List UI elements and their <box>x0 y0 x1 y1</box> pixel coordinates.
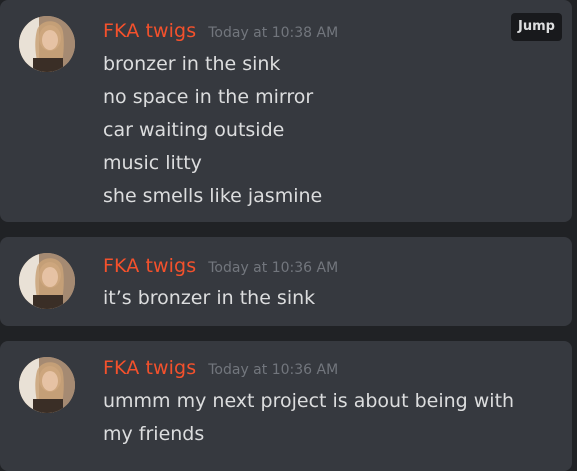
message-line: it’s bronzer in the sink <box>103 287 316 309</box>
author-name[interactable]: FKA twigs <box>103 357 196 379</box>
message-line: she smells like jasmine <box>103 185 323 207</box>
message-header: FKA twigs Today at 10:36 AM <box>103 255 338 277</box>
jump-button[interactable]: Jump <box>511 13 562 41</box>
message-line: no space in the mirror <box>103 86 314 108</box>
message-line: music litty <box>103 152 202 174</box>
timestamp: Today at 10:38 AM <box>208 25 339 41</box>
message-card: FKA twigs Today at 10:36 AM ummm my next… <box>0 341 572 471</box>
message-header: FKA twigs Today at 10:36 AM <box>103 357 338 379</box>
message-header: FKA twigs Today at 10:38 AM <box>103 20 338 42</box>
message-card: FKA twigs Today at 10:38 AM Jump bronzer… <box>0 0 572 222</box>
avatar[interactable] <box>19 16 75 72</box>
avatar-image <box>19 253 75 309</box>
author-name[interactable]: FKA twigs <box>103 20 196 42</box>
avatar-image <box>19 16 75 72</box>
avatar-image <box>19 357 75 413</box>
message-content: bronzer in the sink no space in the mirr… <box>103 48 552 213</box>
timestamp: Today at 10:36 AM <box>208 260 339 276</box>
message-line: car waiting outside <box>103 119 285 141</box>
timestamp: Today at 10:36 AM <box>208 362 339 378</box>
message-card: FKA twigs Today at 10:36 AM it’s bronzer… <box>0 237 572 326</box>
message-line: ummm my next project is about being with… <box>103 390 515 445</box>
author-name[interactable]: FKA twigs <box>103 255 196 277</box>
message-line: bronzer in the sink <box>103 53 281 75</box>
avatar[interactable] <box>19 253 75 309</box>
avatar[interactable] <box>19 357 75 413</box>
message-content: it’s bronzer in the sink <box>103 282 552 315</box>
message-content: ummm my next project is about being with… <box>103 385 532 451</box>
